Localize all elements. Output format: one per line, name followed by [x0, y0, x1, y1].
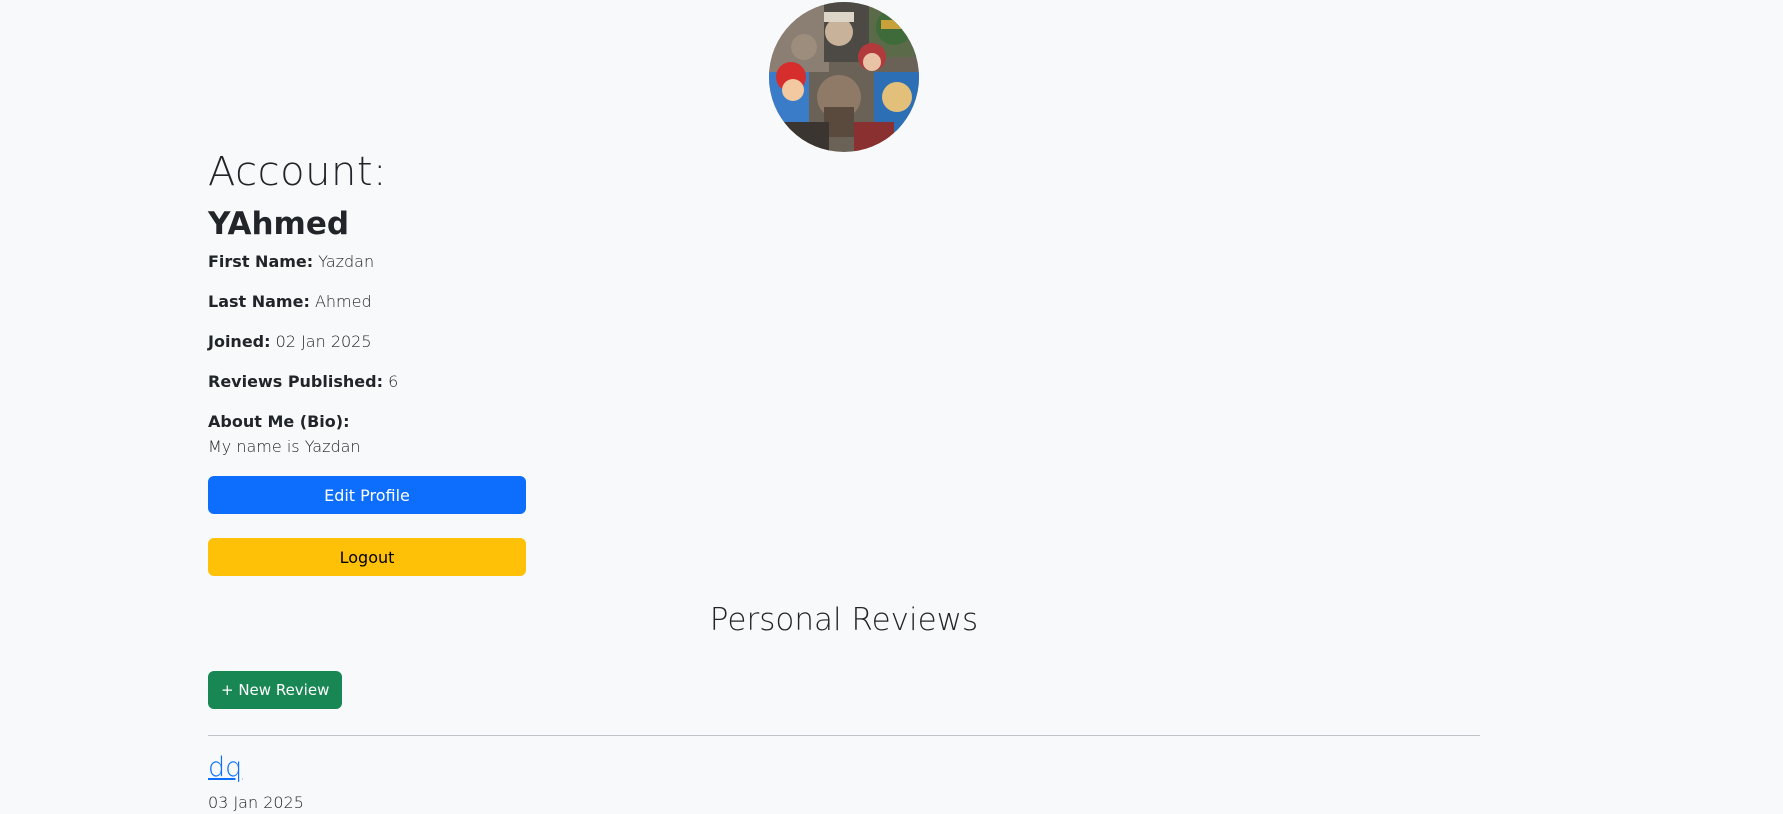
last-name-label: Last Name:: [208, 292, 310, 311]
bio-label: About Me (Bio):: [208, 411, 349, 433]
first-name-value: Yazdan: [318, 252, 375, 271]
joined-field: Joined: 02 Jan 2025: [208, 331, 372, 353]
joined-label: Joined:: [208, 332, 271, 351]
logout-button[interactable]: Logout: [208, 538, 526, 576]
new-review-button[interactable]: + New Review: [208, 671, 343, 709]
first-name-label: First Name:: [208, 252, 314, 271]
reviews-published-field: Reviews Published: 6: [208, 371, 398, 393]
reviews-published-label: Reviews Published:: [208, 372, 383, 391]
review-date: 03 Jan 2025: [208, 793, 304, 812]
avatar: [769, 2, 919, 152]
bio-value: My name is Yazdan: [208, 437, 361, 456]
last-name-field: Last Name: Ahmed: [208, 291, 372, 313]
personal-reviews-heading: Personal Reviews: [709, 602, 979, 638]
first-name-field: First Name: Yazdan: [208, 251, 374, 273]
account-heading: Account:: [208, 149, 387, 195]
bio-label-text: About Me (Bio):: [208, 412, 350, 431]
divider: [208, 735, 1480, 736]
joined-value: 02 Jan 2025: [275, 332, 372, 351]
username: YAhmed: [208, 206, 350, 242]
edit-profile-button[interactable]: Edit Profile: [208, 476, 526, 514]
avatar-image: [769, 2, 919, 152]
reviews-published-value: 6: [388, 372, 399, 391]
last-name-value: Ahmed: [314, 292, 372, 311]
review-title-link[interactable]: dq: [208, 750, 242, 786]
